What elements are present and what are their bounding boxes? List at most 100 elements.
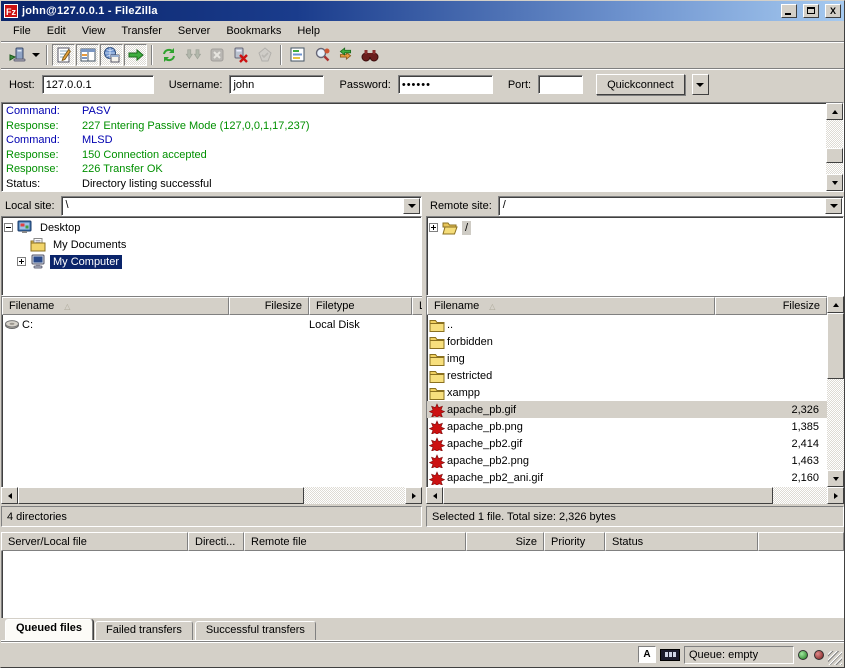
tree-item-desktop[interactable]: Desktop — [4, 219, 421, 236]
sort-ascending-icon: △ — [64, 302, 70, 311]
file-row[interactable]: apache_pb2_ani.gif 2,160 — [427, 469, 827, 486]
file-row[interactable]: .. — [427, 316, 827, 333]
tree-item-label[interactable]: / — [462, 221, 471, 235]
column-header-filetype[interactable]: Filetype — [309, 297, 412, 315]
menu-transfer[interactable]: Transfer — [113, 23, 170, 39]
password-input[interactable] — [398, 75, 493, 94]
directory-filters-button[interactable] — [286, 44, 309, 66]
column-header-priority[interactable]: Priority — [544, 532, 605, 551]
column-header-filesize[interactable]: Filesize — [715, 297, 827, 315]
resize-grip[interactable] — [828, 651, 842, 665]
file-row[interactable]: restricted — [427, 367, 827, 384]
file-row[interactable]: apache_pb2.png 1,463 — [427, 452, 827, 469]
local-site-dropdown[interactable] — [403, 198, 420, 214]
site-manager-button[interactable] — [5, 44, 28, 66]
file-row[interactable]: xampp — [427, 384, 827, 401]
scroll-down-button[interactable] — [827, 470, 844, 487]
column-header-remote-file[interactable]: Remote file — [244, 532, 466, 551]
tree-item-label[interactable]: Desktop — [37, 221, 83, 235]
collapse-icon[interactable] — [4, 223, 13, 232]
scroll-left-button[interactable] — [426, 487, 443, 504]
menu-file[interactable]: File — [5, 23, 39, 39]
triangle-down-icon — [833, 477, 839, 481]
chevron-down-icon — [830, 204, 838, 208]
tree-item-label[interactable]: My Documents — [50, 238, 129, 252]
column-header-size[interactable]: Size — [466, 532, 544, 551]
tree-item-label[interactable]: My Computer — [50, 255, 122, 269]
menu-server[interactable]: Server — [170, 23, 218, 39]
close-button[interactable]: X — [825, 4, 841, 18]
reconnect-button[interactable] — [253, 44, 276, 66]
column-header-filename[interactable]: Filename△ — [427, 297, 715, 315]
tab-successful-transfers[interactable]: Successful transfers — [195, 621, 316, 640]
toggle-queue-button[interactable] — [124, 44, 147, 66]
tree-item-root[interactable]: / — [429, 219, 843, 236]
queue-body[interactable] — [1, 551, 844, 618]
expand-icon[interactable] — [429, 223, 438, 232]
maximize-button[interactable] — [803, 4, 819, 18]
file-size: 2,414 — [715, 438, 827, 450]
refresh-button[interactable] — [157, 44, 180, 66]
local-horizontal-scrollbar[interactable] — [1, 487, 422, 504]
quickconnect-dropdown[interactable] — [692, 74, 709, 95]
cancel-button[interactable] — [205, 44, 228, 66]
column-header-filesize[interactable]: Filesize — [229, 297, 309, 315]
scroll-down-button[interactable] — [826, 174, 843, 191]
expand-icon[interactable] — [17, 257, 26, 266]
file-row-selected[interactable]: apache_pb.gif 2,326 — [427, 401, 827, 418]
menu-help[interactable]: Help — [289, 23, 328, 39]
column-header-status[interactable]: Status — [605, 532, 758, 551]
remote-site-dropdown[interactable] — [825, 198, 842, 214]
column-header-last-modified[interactable]: L — [412, 297, 422, 315]
queue-tabs: Queued files Failed transfers Successful… — [1, 618, 844, 641]
scrollbar-thumb[interactable] — [827, 313, 844, 379]
process-queue-button[interactable] — [181, 44, 204, 66]
log-vertical-scrollbar[interactable] — [826, 103, 843, 191]
transfer-queue: Server/Local file Directi... Remote file… — [1, 532, 844, 641]
tab-failed-transfers[interactable]: Failed transfers — [95, 621, 193, 640]
find-files-button[interactable] — [358, 44, 381, 66]
scrollbar-thumb[interactable] — [826, 148, 843, 163]
synchronized-browsing-button[interactable] — [334, 44, 357, 66]
port-input[interactable] — [538, 75, 583, 94]
scrollbar-thumb[interactable] — [18, 487, 304, 504]
queue-icon — [127, 46, 145, 64]
toggle-local-tree-button[interactable] — [76, 44, 99, 66]
file-row[interactable]: img — [427, 350, 827, 367]
toggle-message-log-button[interactable] — [52, 44, 75, 66]
tree-item-my-computer[interactable]: My Computer — [17, 253, 421, 270]
file-row[interactable]: apache_pb2.gif 2,414 — [427, 435, 827, 452]
site-manager-dropdown[interactable] — [29, 44, 42, 66]
menu-bookmarks[interactable]: Bookmarks — [218, 23, 289, 39]
disconnect-button[interactable] — [229, 44, 252, 66]
scroll-up-button[interactable] — [827, 296, 844, 313]
column-header-filename[interactable]: Filename△ — [2, 297, 229, 315]
quickconnect-button[interactable]: Quickconnect — [596, 74, 685, 95]
tab-queued-files[interactable]: Queued files — [5, 619, 93, 640]
scroll-up-button[interactable] — [826, 103, 843, 120]
column-header-server-local-file[interactable]: Server/Local file — [1, 532, 188, 551]
username-input[interactable] — [229, 75, 324, 94]
scroll-right-button[interactable] — [405, 487, 422, 504]
remote-vertical-scrollbar[interactable] — [827, 296, 844, 487]
menu-edit[interactable]: Edit — [39, 23, 74, 39]
scroll-left-button[interactable] — [1, 487, 18, 504]
menu-view[interactable]: View — [74, 23, 114, 39]
scrollbar-thumb[interactable] — [443, 487, 773, 504]
remote-horizontal-scrollbar[interactable] — [426, 487, 844, 504]
column-header-direction[interactable]: Directi... — [188, 532, 244, 551]
file-row[interactable]: apache_pb.png 1,385 — [427, 418, 827, 435]
title-bar[interactable]: Fz john@127.0.0.1 - FileZilla X — [1, 1, 844, 21]
tree-item-my-documents[interactable]: My Documents — [17, 236, 421, 253]
toggle-remote-tree-button[interactable] — [100, 44, 123, 66]
triangle-up-icon — [832, 110, 838, 114]
host-input[interactable] — [42, 75, 154, 94]
file-row-c-drive[interactable]: C: Local Disk — [2, 316, 422, 333]
file-row[interactable]: forbidden — [427, 333, 827, 350]
compare-directories-button[interactable] — [310, 44, 333, 66]
remote-site-combo[interactable]: / — [498, 196, 844, 216]
my-documents-icon — [30, 237, 46, 252]
minimize-button[interactable] — [781, 4, 797, 18]
local-site-combo[interactable]: \ — [61, 196, 422, 216]
scroll-right-button[interactable] — [827, 487, 844, 504]
